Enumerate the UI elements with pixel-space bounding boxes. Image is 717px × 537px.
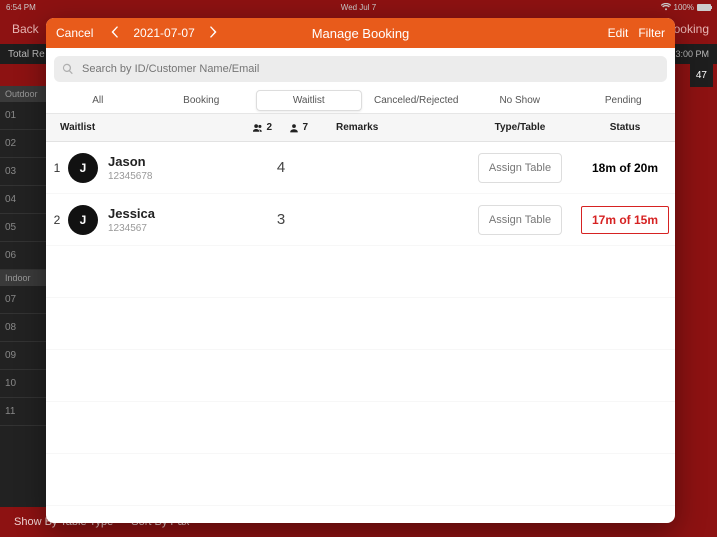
table-slot[interactable]: 10 xyxy=(0,370,46,398)
table-slot[interactable]: 08 xyxy=(0,314,46,342)
empty-row xyxy=(46,246,675,298)
ipad-status-bar: 6:54 PM Wed Jul 7 100% xyxy=(0,0,717,14)
table-slot[interactable]: 01 xyxy=(0,102,46,130)
manage-booking-modal: Cancel 2021-07-07 Manage Booking Edit Fi… xyxy=(46,18,675,523)
col-group-count: 2 xyxy=(226,122,272,133)
battery-icon xyxy=(697,4,711,11)
avatar: J xyxy=(68,205,98,235)
battery-percent: 100% xyxy=(674,3,694,12)
status-date: Wed Jul 7 xyxy=(341,3,376,12)
type-cell: Assign Table xyxy=(465,153,575,183)
table-slot[interactable]: 07 xyxy=(0,286,46,314)
chevron-left-icon xyxy=(111,26,120,38)
customer-name: Jason xyxy=(108,154,238,169)
waitlist-row[interactable]: 1J Jason 123456784 Assign Table 18m of 20m xyxy=(46,142,675,194)
empty-row xyxy=(46,506,675,523)
tab-pending[interactable]: Pending xyxy=(572,88,676,113)
table-slot[interactable]: 05 xyxy=(0,214,46,242)
customer-block: Jason 12345678 xyxy=(108,154,238,182)
party-size: 3 xyxy=(238,211,324,228)
tab-no-show[interactable]: No Show xyxy=(468,88,572,113)
table-group-header: Outdoor xyxy=(0,86,46,102)
col-people-count: 7 xyxy=(272,122,312,133)
column-header: Waitlist 2 7 Remarks Type/Table Status xyxy=(46,114,675,142)
party-size: 4 xyxy=(238,159,324,176)
chevron-right-icon xyxy=(208,26,217,38)
table-slot[interactable]: 04 xyxy=(0,186,46,214)
tab-waitlist[interactable]: Waitlist xyxy=(256,90,362,111)
col-status: Status xyxy=(575,122,675,133)
people-total: 7 xyxy=(302,122,308,133)
group-icon xyxy=(253,123,263,133)
search-container xyxy=(46,48,675,88)
assign-table-button[interactable]: Assign Table xyxy=(478,205,562,235)
table-slot[interactable]: 03 xyxy=(0,158,46,186)
customer-block: Jessica 1234567 xyxy=(108,206,238,234)
search-field[interactable] xyxy=(54,56,667,82)
table-slot[interactable]: 06 xyxy=(0,242,46,270)
customer-name: Jessica xyxy=(108,206,238,221)
underlay-table-list: Outdoor010203040506Indoor0708091011 xyxy=(0,86,46,507)
total-label-fragment: Total Re xyxy=(8,49,45,60)
date-display[interactable]: 2021-07-07 xyxy=(127,26,200,40)
customer-phone: 12345678 xyxy=(108,171,238,182)
table-slot[interactable]: 02 xyxy=(0,130,46,158)
person-icon xyxy=(289,123,299,133)
table-group-header: Indoor xyxy=(0,270,46,286)
underlay-time: 3:00 PM xyxy=(675,49,709,59)
filter-button[interactable]: Filter xyxy=(638,26,665,40)
edit-button[interactable]: Edit xyxy=(608,26,629,40)
prev-day-button[interactable] xyxy=(103,26,127,41)
avatar: J xyxy=(68,153,98,183)
table-slot[interactable]: 09 xyxy=(0,342,46,370)
status-cell: 17m of 15m xyxy=(581,206,669,234)
col-type-table: Type/Table xyxy=(465,122,575,133)
empty-row xyxy=(46,350,675,402)
tab-all[interactable]: All xyxy=(46,88,150,113)
assign-table-button[interactable]: Assign Table xyxy=(478,153,562,183)
search-input[interactable] xyxy=(80,62,659,76)
next-day-button[interactable] xyxy=(201,26,225,41)
tab-bar: AllBookingWaitlistCanceled/RejectedNo Sh… xyxy=(46,88,675,114)
customer-phone: 1234567 xyxy=(108,223,238,234)
modal-title: Manage Booking xyxy=(312,26,410,41)
back-button[interactable]: Back xyxy=(0,22,39,36)
underlay-title-fragment: ooking xyxy=(674,22,709,36)
row-index: 1 xyxy=(46,161,68,175)
tab-booking[interactable]: Booking xyxy=(150,88,254,113)
empty-row xyxy=(46,402,675,454)
tab-canceled-rejected[interactable]: Canceled/Rejected xyxy=(365,88,469,113)
type-cell: Assign Table xyxy=(465,205,575,235)
underlay-count: 47 xyxy=(690,64,713,87)
status-right: 100% xyxy=(661,3,711,12)
empty-row xyxy=(46,454,675,506)
waitlist-row[interactable]: 2J Jessica 12345673 Assign Table 17m of 15m xyxy=(46,194,675,246)
rows-scroll[interactable]: 1JJason123456784Assign Table18m of 20m2J… xyxy=(46,142,675,523)
wifi-icon xyxy=(661,3,671,11)
search-icon xyxy=(62,63,74,75)
empty-row xyxy=(46,298,675,350)
col-waitlist: Waitlist xyxy=(46,122,226,133)
cancel-button[interactable]: Cancel xyxy=(46,26,103,40)
modal-header: Cancel 2021-07-07 Manage Booking Edit Fi… xyxy=(46,18,675,48)
table-slot[interactable]: 11 xyxy=(0,398,46,426)
status-time: 6:54 PM xyxy=(6,3,36,12)
col-remarks: Remarks xyxy=(312,122,465,133)
status-cell: 18m of 20m xyxy=(575,161,675,175)
row-index: 2 xyxy=(46,213,68,227)
